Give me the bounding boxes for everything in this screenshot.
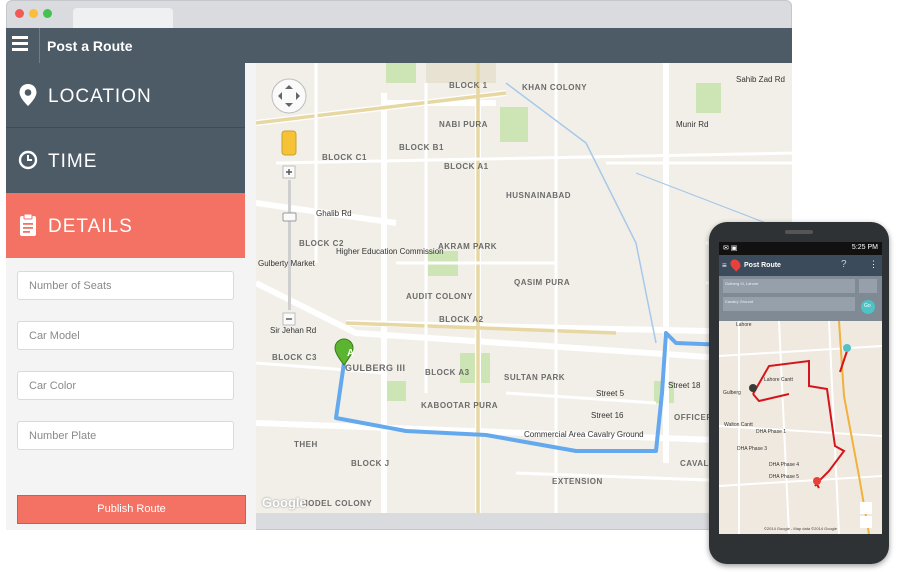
phone-go-button[interactable]: Go xyxy=(864,303,871,309)
phone-map-label: Lahore xyxy=(736,322,752,328)
status-time: 5:25 PM xyxy=(851,244,878,251)
phone-overflow-icon[interactable]: ⋮ xyxy=(869,259,878,270)
map-area-label: THEH xyxy=(294,440,318,449)
publish-route-button[interactable]: Publish Route xyxy=(17,495,246,524)
car-model-input[interactable] xyxy=(17,321,234,350)
map-road-label: Sir Jehan Rd xyxy=(270,326,317,335)
street-view-pegman-icon[interactable] xyxy=(281,130,297,156)
nav-item-time[interactable]: TIME xyxy=(6,128,245,193)
phone-map-label: DHA Phase 3 xyxy=(737,446,768,452)
map-area-label: KABOOTAR PURA xyxy=(421,401,499,410)
phone-map[interactable]: Gulberg III, Lahore Cavalry Ground Go La… xyxy=(719,276,882,534)
browser-tab[interactable] xyxy=(73,8,173,28)
phone-mockup: ✉ ▣ 5:25 PM ≡ Post Route ? ⋮ Gulberg III… xyxy=(709,222,889,564)
map-area-label: BLOCK J xyxy=(351,459,390,468)
map-area-label: BLOCK C1 xyxy=(322,153,367,162)
map-road-label: Sahib Zad Rd xyxy=(736,75,785,84)
phone-app-bar: ≡ Post Route ? ⋮ xyxy=(719,255,882,276)
minimize-dot-icon[interactable] xyxy=(29,9,38,18)
map-area-label: EXTENSION xyxy=(552,477,603,486)
map-area-label: MODEL COLONY xyxy=(301,499,373,508)
hamburger-menu-icon[interactable] xyxy=(12,36,28,54)
phone-status-bar: ✉ ▣ 5:25 PM xyxy=(719,242,882,255)
map-pin-icon xyxy=(19,84,37,106)
map-area-label: BLOCK B1 xyxy=(399,143,444,152)
sidebar: LOCATION TIME DETAILS Publish Route xyxy=(6,63,256,530)
phone-map-footer: ©2014 Google - Map data ©2014 Google xyxy=(763,526,838,531)
map-area-label: BLOCK 1 xyxy=(449,81,488,90)
map-road-label: Street 16 xyxy=(591,411,624,420)
map-area-label: BLOCK A2 xyxy=(439,315,484,324)
zoom-slider-track[interactable] xyxy=(288,180,291,310)
map-poi-label: Higher Education Commission xyxy=(336,247,444,256)
phone-map-label: Gulberg xyxy=(723,390,741,396)
nav-item-label: DETAILS xyxy=(48,216,133,237)
map-area-label: BLOCK A1 xyxy=(444,162,489,171)
phone-map-label: DHA Phase 4 xyxy=(769,462,800,468)
map-pan-control[interactable] xyxy=(271,78,307,114)
phone-pin-icon xyxy=(728,257,743,272)
car-color-input[interactable] xyxy=(17,371,234,400)
header-divider xyxy=(39,28,40,63)
phone-map-canvas[interactable] xyxy=(719,276,882,534)
google-attribution: Google xyxy=(262,495,307,510)
map-road-label: Munir Rd xyxy=(676,120,709,129)
maximize-dot-icon[interactable] xyxy=(43,9,52,18)
notification-icon: ✉ ▣ xyxy=(723,245,738,252)
nav-item-label: TIME xyxy=(48,151,98,172)
page-title: Post a Route xyxy=(47,38,133,54)
map-road-label: Ghalib Rd xyxy=(316,209,352,218)
nav-item-location[interactable]: LOCATION xyxy=(6,63,245,128)
clock-icon xyxy=(18,150,38,170)
nav-item-label: LOCATION xyxy=(48,86,152,107)
map-area-label: AUDIT COLONY xyxy=(406,292,473,301)
seats-input[interactable] xyxy=(17,271,234,300)
map-area-label: KHAN COLONY xyxy=(522,83,588,92)
phone-screen: ✉ ▣ 5:25 PM ≡ Post Route ? ⋮ Gulberg III… xyxy=(719,242,882,534)
map-poi-label: Commercial Area Cavalry Ground xyxy=(524,430,644,439)
map-area-label: HUSNAINABAD xyxy=(506,191,572,200)
phone-menu-icon[interactable]: ≡ xyxy=(722,261,727,270)
map-road-label: Street 5 xyxy=(596,389,625,398)
zoom-slider-handle[interactable] xyxy=(282,212,297,222)
map-area-label: BLOCK C3 xyxy=(272,353,317,362)
app-header: Post a Route xyxy=(6,28,792,63)
phone-title: Post Route xyxy=(744,262,781,269)
map-area-label: GULBERG III xyxy=(345,363,406,373)
nav-item-details[interactable]: DETAILS xyxy=(6,193,245,258)
close-dot-icon[interactable] xyxy=(15,9,24,18)
phone-map-label: Walton Cantt xyxy=(724,422,753,428)
clipboard-icon xyxy=(20,213,36,236)
map-area-label: AKRAM PARK xyxy=(438,242,498,251)
phone-map-label: Lahore Cantt xyxy=(764,377,793,383)
map-area-label: SULTAN PARK xyxy=(504,373,566,382)
phone-speaker xyxy=(785,230,813,234)
map-area-label: QASIM PURA xyxy=(514,278,571,287)
route-start-marker-label: A xyxy=(347,348,355,359)
phone-destination-field[interactable]: Cavalry Ground xyxy=(725,299,753,304)
map-area-label: BLOCK A3 xyxy=(425,368,470,377)
phone-map-label: DHA Phase 5 xyxy=(769,474,800,480)
phone-origin-field[interactable]: Gulberg III, Lahore xyxy=(725,281,758,286)
map-road-label: Street 18 xyxy=(668,381,701,390)
map-area-label: NABI PURA xyxy=(439,120,488,129)
number-plate-input[interactable] xyxy=(17,421,234,450)
phone-map-label: DHA Phase 1 xyxy=(756,429,787,435)
phone-help-icon[interactable]: ? xyxy=(841,259,847,270)
map-poi-label: Gulberty Market xyxy=(258,259,315,268)
